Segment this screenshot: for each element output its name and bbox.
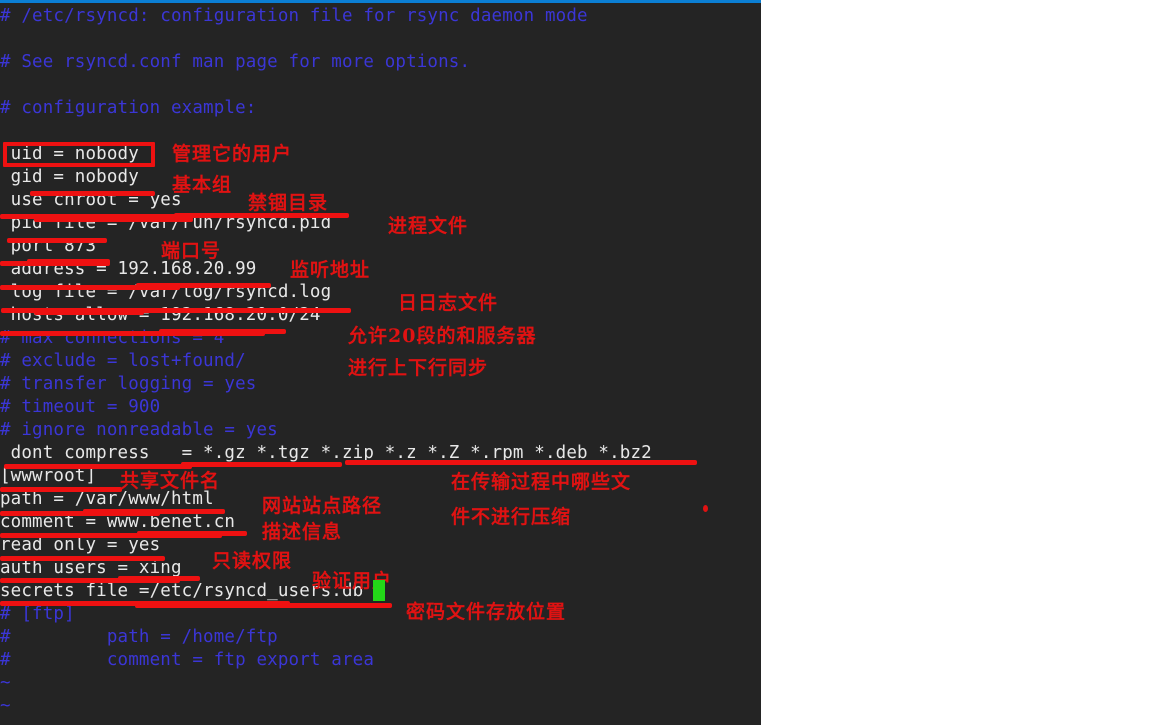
code-line: # See rsyncd.conf man page for more opti… [0, 52, 471, 72]
terminal-window[interactable]: # /etc/rsyncd: configuration file for rs… [0, 0, 761, 725]
code-line: # timeout = 900 [0, 397, 161, 417]
code-line: # configuration example: [0, 98, 257, 118]
code-line: # path = /home/ftp [0, 627, 278, 647]
code-line: auth users = xing [0, 558, 182, 578]
text-cursor [373, 580, 385, 601]
code-line: ~ [0, 696, 11, 716]
code-line: gid = nobody [0, 167, 139, 187]
code-line: log file = /var/log/rsyncd.log [0, 282, 332, 302]
code-line: hosts allow = 192.168.20.0/24 [0, 305, 321, 325]
code-line: # /etc/rsyncd: configuration file for rs… [0, 6, 588, 26]
code-line: comment = www.benet.cn [0, 512, 236, 532]
code-line: read only = yes [0, 535, 161, 555]
window-accent-border [0, 0, 761, 3]
code-line: use chroot = yes [0, 190, 182, 210]
code-line: secrets file =/etc/rsyncd_users.db [0, 581, 364, 601]
code-line: port 873 [0, 236, 97, 256]
code-line: # [ftp] [0, 604, 75, 624]
code-line: pid file = /var/run/rsyncd.pid [0, 213, 332, 233]
code-line: # ignore nonreadable = yes [0, 420, 278, 440]
code-line: ~ [0, 673, 11, 693]
code-line: # transfer logging = yes [0, 374, 257, 394]
code-line: address = 192.168.20.99 [0, 259, 257, 279]
code-line: # comment = ftp export area [0, 650, 375, 670]
code-line: path = /var/www/html [0, 489, 214, 509]
code-line: uid = nobody [0, 144, 139, 164]
code-line: [wwwroot] [0, 466, 97, 486]
code-line: # max connections = 4 [0, 328, 225, 348]
code-line: # exclude = lost+found/ [0, 351, 246, 371]
code-line: dont compress = *.gz *.tgz *.zip *.z *.Z… [0, 443, 652, 463]
vim-text-buffer[interactable]: # /etc/rsyncd: configuration file for rs… [0, 5, 761, 725]
